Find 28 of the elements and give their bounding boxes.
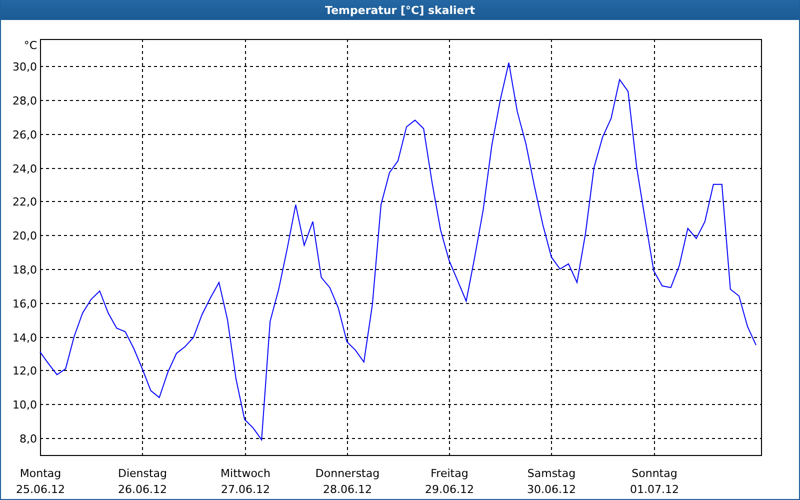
x-tick-label: 28.06.12 bbox=[323, 483, 372, 496]
y-tick-label: 26,0 bbox=[12, 128, 37, 142]
unit-label: °C bbox=[24, 39, 37, 52]
y-tick-label: 10,0 bbox=[12, 398, 37, 412]
y-tick-label: 28,0 bbox=[12, 94, 37, 108]
x-tick-label: 27.06.12 bbox=[221, 483, 270, 496]
y-tick-label: 14,0 bbox=[12, 332, 37, 344]
y-tick-label: 18,0 bbox=[12, 264, 37, 276]
y-tick-label: 22,0 bbox=[12, 196, 37, 208]
y-tick-label: 12,0 bbox=[12, 364, 37, 378]
weekday-label: Freitag bbox=[430, 467, 468, 480]
y-tick-label: 20,0 bbox=[12, 230, 37, 242]
window-title: Temperatur [°C] skaliert bbox=[325, 4, 475, 16]
y-tick-label: 16,0 bbox=[12, 298, 37, 310]
y-tick-label: 24,0 bbox=[12, 162, 37, 176]
x-tick-label: 01.07.12 bbox=[630, 483, 679, 496]
x-tick-label: 29.06.12 bbox=[425, 483, 474, 496]
y-tick-label: 30,0 bbox=[12, 60, 37, 74]
y-tick-label: 8,0 bbox=[20, 432, 37, 446]
x-tick-label: 30.06.12 bbox=[527, 483, 576, 496]
weekday-label: Montag bbox=[20, 467, 62, 480]
weekday-label: Sonntag bbox=[632, 467, 678, 480]
weekday-label: Samstag bbox=[527, 467, 576, 480]
x-tick-label: 26.06.12 bbox=[118, 483, 167, 496]
x-tick-label: 25.06.12 bbox=[16, 483, 65, 496]
weekday-label: Donnerstag bbox=[315, 467, 380, 480]
weekday-label: Mittwoch bbox=[220, 467, 270, 480]
weekday-label: Dienstag bbox=[118, 467, 168, 480]
